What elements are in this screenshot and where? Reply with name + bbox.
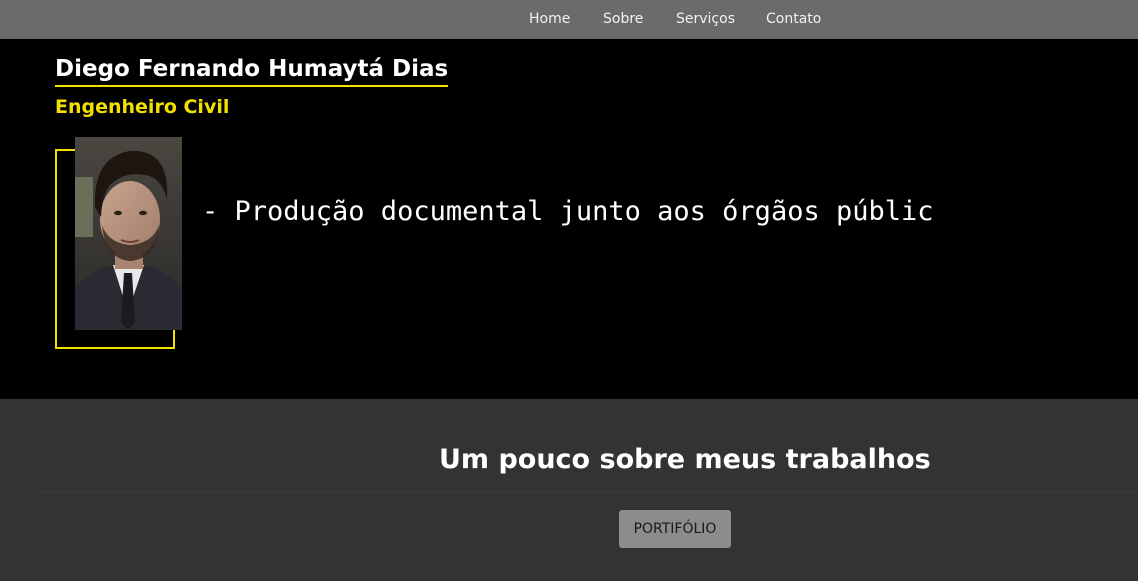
nav-link-servicos[interactable]: Serviços <box>676 0 735 39</box>
about-title: Um pouco sobre meus trabalhos <box>439 444 931 475</box>
typing-headline: - Produção documental junto aos órgãos p… <box>202 196 934 227</box>
top-navbar: Home Sobre Serviços Contato <box>0 0 1138 39</box>
nav-link-home[interactable]: Home <box>529 0 570 39</box>
section-divider <box>40 492 1138 493</box>
profile-photo <box>75 137 182 330</box>
about-section: Um pouco sobre meus trabalhos PORTIFÓLIO <box>0 399 1138 581</box>
profile-name: Diego Fernando Humaytá Dias <box>55 55 449 87</box>
nav-link-sobre[interactable]: Sobre <box>603 0 643 39</box>
hero-section: Diego Fernando Humaytá Dias Engenheiro C… <box>0 39 1138 399</box>
profile-role: Engenheiro Civil <box>55 96 230 118</box>
nav-link-contato[interactable]: Contato <box>766 0 821 39</box>
portfolio-button[interactable]: PORTIFÓLIO <box>619 510 731 548</box>
